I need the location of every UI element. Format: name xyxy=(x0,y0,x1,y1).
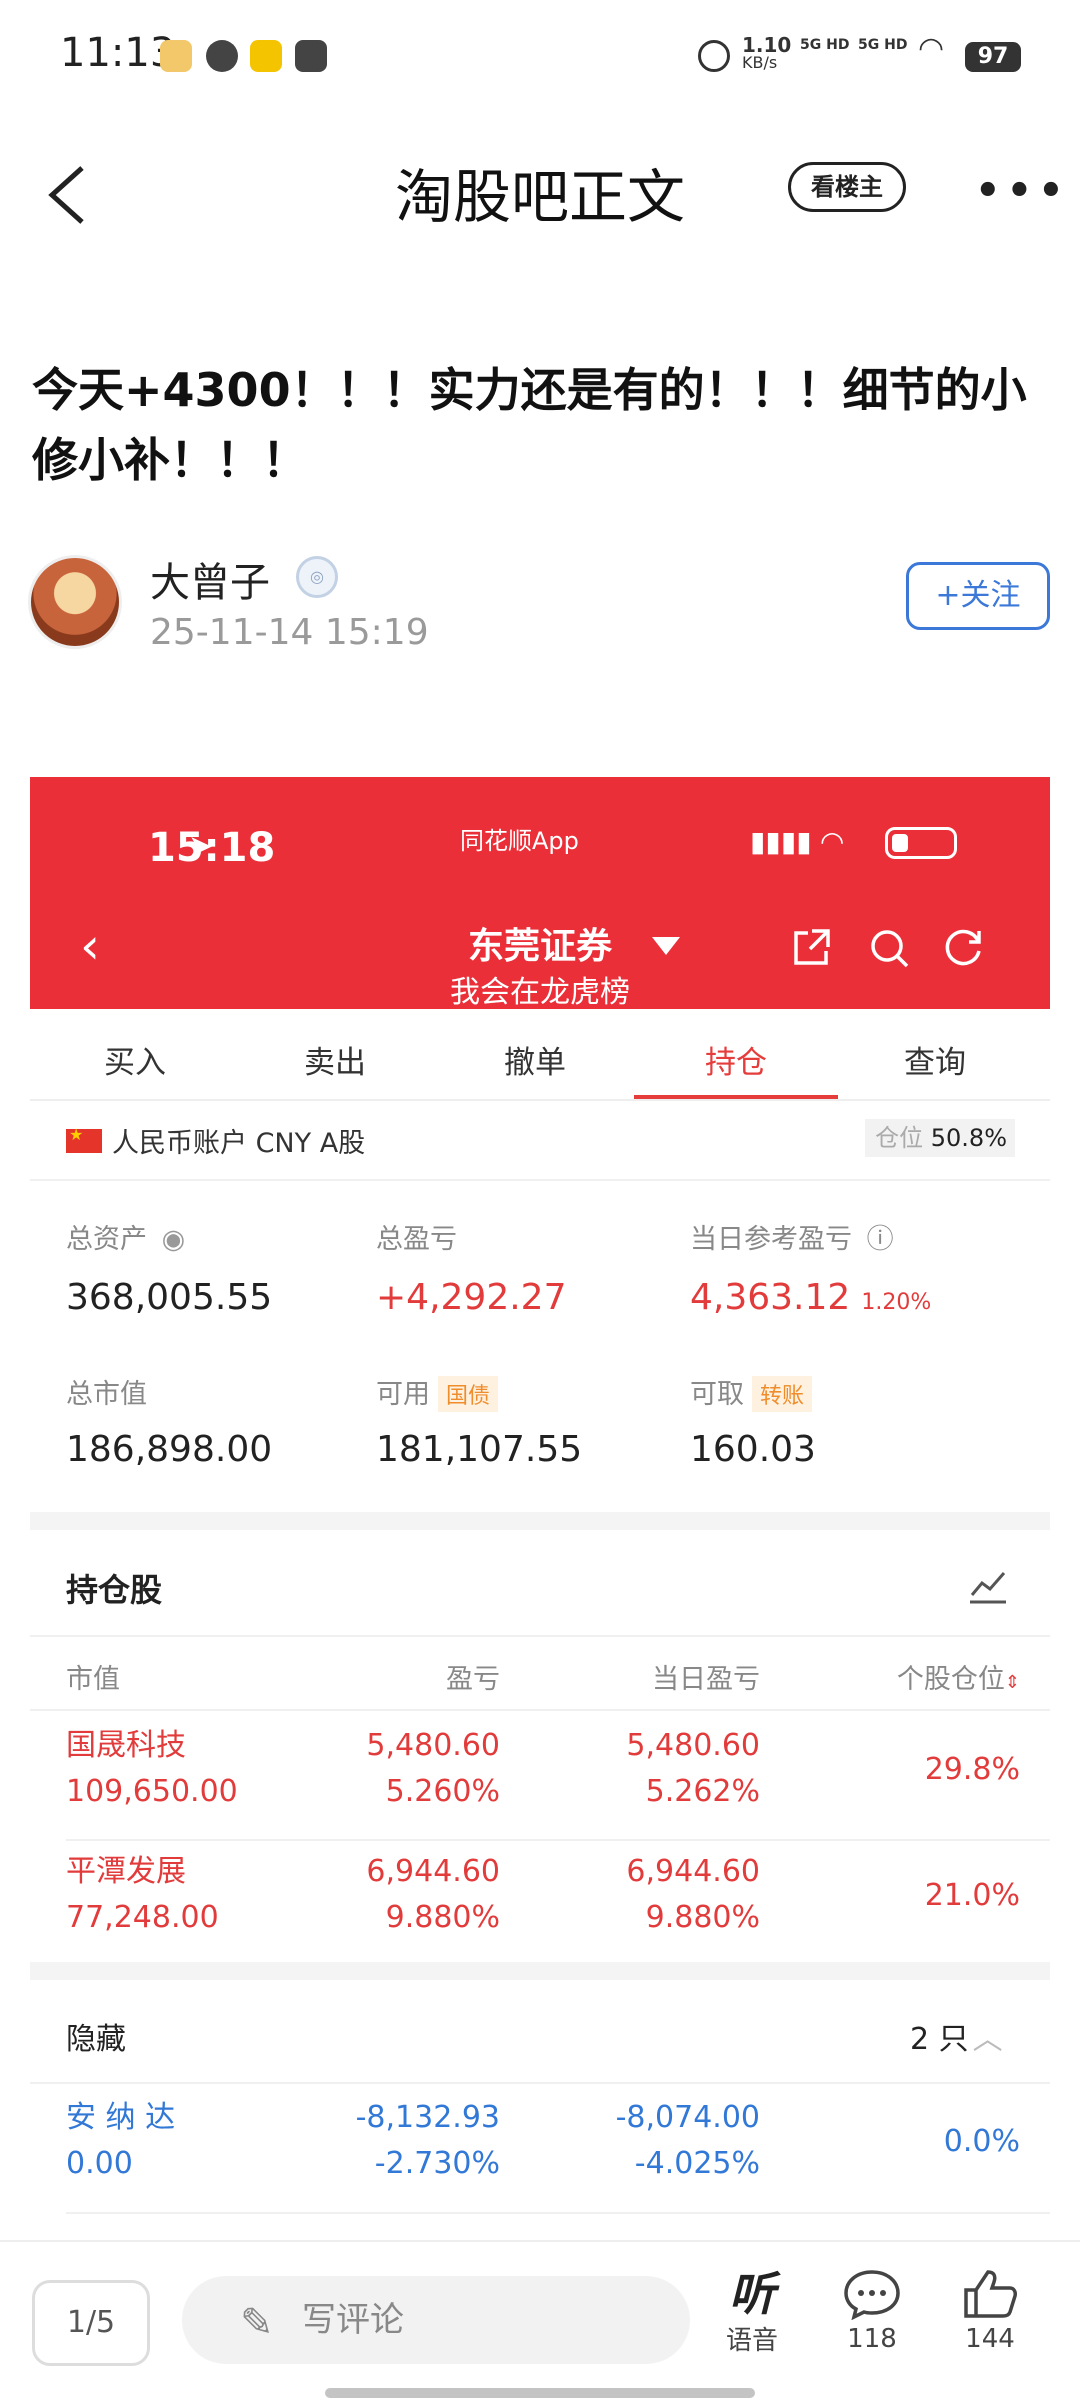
verified-badge-icon: ◎ xyxy=(296,556,338,598)
divider xyxy=(30,1179,1050,1181)
pen-icon: ✎ xyxy=(240,2300,274,2346)
hidden-count: 2 只 ︿ xyxy=(910,2022,1003,2057)
listen-button[interactable]: 听 语音 xyxy=(712,2268,792,2357)
row-weight: 21.0% xyxy=(924,1878,1020,1913)
author-name[interactable]: 大曾子 xyxy=(150,550,270,608)
total-pnl-label: 总盈亏 xyxy=(376,1224,457,1255)
signal-2-icon: 5G HD xyxy=(858,37,908,53)
daily-pnl-label: 当日参考盈亏 ⓘ xyxy=(690,1224,894,1255)
page-title: 淘股吧正文 xyxy=(394,163,685,231)
transfer-tag: 转账 xyxy=(752,1376,813,1412)
tab-cancel: 撤单 xyxy=(504,1045,566,1081)
table-row: 平潭发展 77,248.00 xyxy=(66,1854,219,1935)
row-pnl: -8,132.93 -2.730% xyxy=(355,2100,500,2181)
table-row: 国晟科技 109,650.00 xyxy=(66,1728,238,1809)
chat-notification-icon xyxy=(206,40,238,72)
position-ratio: 仓位 50.8% xyxy=(865,1119,1015,1157)
status-time: 11:13 xyxy=(60,30,176,76)
divider xyxy=(30,1709,1050,1711)
bond-tag: 国债 xyxy=(438,1376,499,1412)
withdrawable-value: 160.03 xyxy=(690,1429,816,1470)
post-date: 25-11-14 15:19 xyxy=(150,612,429,653)
header-pnl: 盈亏 xyxy=(446,1664,500,1695)
comments-button[interactable]: 118 xyxy=(832,2268,912,2354)
holdings-title: 持仓股 xyxy=(66,1571,163,1609)
row-pnl: 5,480.60 5.260% xyxy=(366,1728,500,1809)
divider xyxy=(30,2082,1050,2084)
active-tab-indicator xyxy=(634,1095,838,1099)
daily-pnl: 4,363.12 1.20% xyxy=(690,1277,932,1318)
market-value-label: 总市值 xyxy=(66,1379,147,1410)
header-day-pnl: 当日盈亏 xyxy=(652,1664,760,1695)
post-image[interactable]: 15:18 ➤ 同花顺App ▮▮▮▮ ◠ ‹ 东莞证券 我会在龙虎榜 买入 卖… xyxy=(30,777,1050,2247)
row-day-pnl: -8,074.00 -4.025% xyxy=(615,2100,760,2181)
info-icon: ⓘ xyxy=(866,1224,894,1255)
header-market-value: 市值 xyxy=(66,1664,120,1695)
post-title: 今天+4300！！！实力还是有的！！！细节的小修小补！！！ xyxy=(32,363,1027,487)
available-value: 181,107.55 xyxy=(376,1429,583,1470)
share-icon xyxy=(794,929,830,965)
chevron-up-icon: ︿ xyxy=(972,2022,1003,2057)
divider xyxy=(66,2212,1050,2214)
tab-holdings: 持仓 xyxy=(705,1045,767,1081)
image-signal-icon: ▮▮▮▮ ◠ xyxy=(750,825,843,858)
withdrawable-label: 可取 转账 xyxy=(690,1372,813,1412)
more-icon[interactable]: ••• xyxy=(975,168,1070,214)
divider xyxy=(30,1635,1050,1637)
follow-button[interactable]: +关注 xyxy=(906,562,1050,630)
weibo-notification-icon xyxy=(250,40,282,72)
divider xyxy=(66,1839,1050,1841)
chart-icon xyxy=(970,1572,1006,1604)
header-weight: 个股仓位⇕ xyxy=(896,1664,1020,1695)
refresh-icon xyxy=(945,929,981,966)
comment-bubble-icon xyxy=(844,2270,900,2321)
app-notification-icon xyxy=(160,40,192,72)
top-nav: 淘股吧正文 看楼主 ••• xyxy=(0,130,1080,250)
eye-icon: ◉ xyxy=(161,1224,186,1255)
row-weight: 0.0% xyxy=(943,2124,1020,2159)
wifi-icon: ◠ xyxy=(918,31,945,66)
thumbs-up-icon xyxy=(964,2270,1017,2318)
alarm-icon xyxy=(698,40,730,72)
mail-notification-icon xyxy=(295,40,327,72)
account-label: 人民币账户 CNY A股 xyxy=(112,1128,366,1159)
like-button[interactable]: 144 xyxy=(950,2268,1030,2354)
row-weight: 29.8% xyxy=(924,1752,1020,1787)
market-value: 186,898.00 xyxy=(66,1429,273,1470)
listen-icon: 听 xyxy=(729,2267,775,2321)
tab-buy: 买入 xyxy=(104,1045,166,1081)
signal-1-icon: 5G HD xyxy=(800,37,850,53)
hidden-label: 隐藏 xyxy=(66,2022,126,2057)
page-indicator[interactable]: 1/5 xyxy=(32,2280,150,2366)
broker-dropdown-icon xyxy=(652,937,680,955)
tab-query: 查询 xyxy=(904,1045,966,1081)
total-assets-label: 总资产 ◉ xyxy=(66,1224,186,1255)
row-day-pnl: 5,480.60 5.262% xyxy=(626,1728,760,1809)
row-day-pnl: 6,944.60 9.880% xyxy=(626,1854,760,1935)
location-arrow-icon: ➤ xyxy=(188,829,214,864)
battery-icon: 97 xyxy=(965,42,1021,72)
home-indicator xyxy=(325,2388,755,2398)
section-separator xyxy=(30,1512,1050,1530)
trade-tabs: 买入 卖出 撤单 持仓 查询 xyxy=(30,1009,1050,1101)
available-label: 可用 国债 xyxy=(376,1372,499,1412)
section-separator xyxy=(30,1962,1050,1980)
image-battery-icon xyxy=(885,827,957,859)
status-bar: 11:13 1.10 KB/s 5G HD 5G HD ◠ 97 xyxy=(0,0,1080,110)
broker-header: 15:18 ➤ 同花顺App ▮▮▮▮ ◠ ‹ 东莞证券 我会在龙虎榜 xyxy=(30,777,1050,1010)
sort-icon: ⇕ xyxy=(1004,1672,1020,1693)
total-assets-value: 368,005.55 xyxy=(66,1277,273,1318)
row-pnl: 6,944.60 9.880% xyxy=(366,1854,500,1935)
china-flag-icon xyxy=(66,1125,102,1153)
net-speed: 1.10 KB/s xyxy=(742,33,792,72)
tab-sell: 卖出 xyxy=(304,1045,366,1081)
avatar[interactable] xyxy=(28,555,122,649)
table-row: 安 纳 达 0.00 xyxy=(66,2100,176,2181)
search-icon xyxy=(871,930,909,968)
broker-subtitle: 我会在龙虎榜 xyxy=(450,975,630,1010)
total-pnl-value: +4,292.27 xyxy=(376,1277,567,1318)
op-only-button[interactable]: 看楼主 xyxy=(788,162,906,212)
app-name: 同花顺App xyxy=(460,827,579,855)
